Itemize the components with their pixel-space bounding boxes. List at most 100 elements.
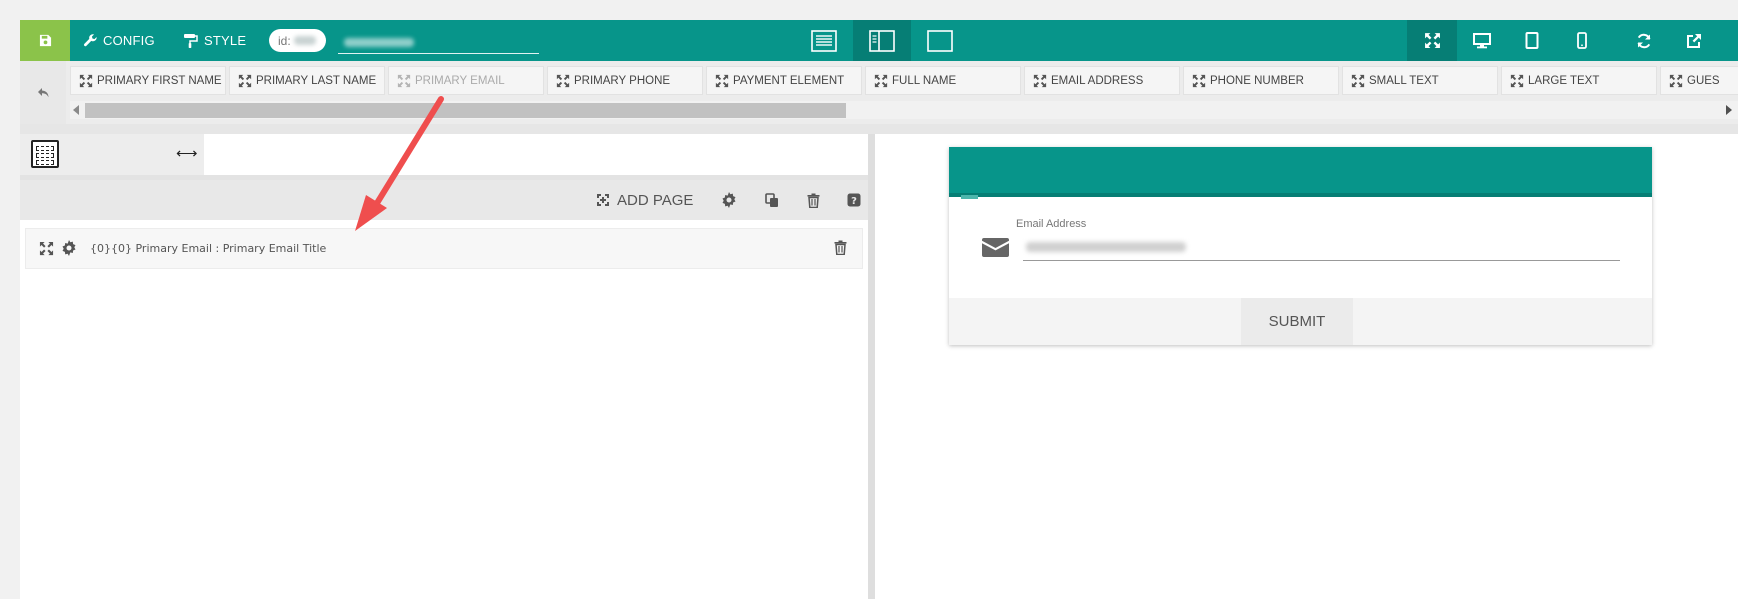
wrench-icon — [83, 34, 97, 47]
expand-arrows-icon — [1192, 74, 1206, 87]
floppy-icon — [39, 34, 51, 47]
add-page-icon — [597, 194, 609, 206]
undo-icon — [37, 87, 48, 97]
palette-item-phone-number[interactable]: PHONE NUMBER — [1183, 66, 1339, 95]
expand-arrows-icon — [1033, 74, 1047, 87]
scroll-right-arrow[interactable] — [1726, 105, 1732, 115]
element-palette: PRIMARY FIRST NAME PRIMARY LAST NAME PRI… — [20, 61, 1738, 124]
expand-arrows-icon — [556, 74, 570, 87]
add-page-label: ADD PAGE — [617, 191, 694, 209]
style-label: STYLE — [204, 33, 247, 48]
form-footer: SUBMIT — [949, 298, 1652, 345]
id-value-redacted — [293, 36, 316, 45]
scroll-left-arrow[interactable] — [73, 105, 79, 115]
expand-arrows-icon — [1510, 74, 1524, 87]
mobile-view-button[interactable] — [1557, 20, 1607, 61]
form-element-row[interactable]: {0}{0} Primary Email : Primary Email Tit… — [25, 228, 863, 269]
add-page-button[interactable]: ADD PAGE — [596, 180, 693, 220]
palette-item-label: LARGE TEXT — [1528, 74, 1600, 87]
palette-item-large-text[interactable]: LARGE TEXT — [1501, 66, 1657, 95]
view-split-button[interactable] — [853, 20, 911, 61]
element-title: {0}{0} Primary Email : Primary Email Tit… — [90, 242, 327, 255]
trash-icon — [807, 193, 819, 208]
palette-item-primary-last-name[interactable]: PRIMARY LAST NAME — [229, 66, 385, 95]
expand-arrows-icon — [715, 74, 729, 87]
duplicate-page-button[interactable] — [763, 191, 781, 209]
palette-item-label: PRIMARY PHONE — [574, 74, 671, 87]
help-icon: ? — [847, 193, 861, 207]
undo-button[interactable] — [20, 61, 66, 124]
email-value-redacted — [1026, 242, 1186, 252]
page-toolbar: ADD PAGE ? — [20, 180, 868, 220]
palette-item-label: PHONE NUMBER — [1210, 74, 1304, 87]
preview-layout-icon — [927, 29, 953, 52]
palette-item-email-address[interactable]: EMAIL ADDRESS — [1024, 66, 1180, 95]
palette-item-label: FULL NAME — [892, 74, 957, 87]
fullscreen-button[interactable] — [1407, 20, 1457, 61]
desktop-view-button[interactable] — [1457, 20, 1507, 61]
element-tools — [39, 240, 77, 256]
layout-grid-icon[interactable] — [31, 140, 59, 168]
expand-arrows-icon — [1669, 74, 1683, 87]
palette-item-label: SMALL TEXT — [1369, 74, 1439, 87]
panel-splitter[interactable] — [868, 134, 875, 599]
mobile-icon — [1577, 32, 1587, 49]
form-name-redacted — [344, 38, 414, 47]
config-label: CONFIG — [103, 33, 155, 48]
desktop-icon — [1473, 32, 1491, 48]
view-list-button[interactable] — [795, 20, 853, 61]
email-input[interactable] — [1023, 235, 1620, 261]
palette-item-full-name[interactable]: FULL NAME — [865, 66, 1021, 95]
submit-button[interactable]: SUBMIT — [1241, 298, 1353, 345]
open-external-button[interactable] — [1669, 20, 1719, 61]
style-button[interactable]: STYLE — [183, 20, 246, 61]
expand-arrows-icon — [238, 74, 252, 87]
expand-arrows-icon[interactable] — [39, 241, 54, 256]
palette-item-label: EMAIL ADDRESS — [1051, 74, 1144, 87]
refresh-button[interactable] — [1619, 20, 1669, 61]
palette-item-primary-email: PRIMARY EMAIL — [388, 66, 544, 95]
save-button[interactable] — [20, 20, 70, 61]
form-header — [949, 147, 1652, 199]
form-id-badge: id: — [269, 29, 326, 52]
palette-items: PRIMARY FIRST NAME PRIMARY LAST NAME PRI… — [70, 66, 1738, 95]
expand-arrows-icon — [874, 74, 888, 87]
expand-arrows-icon — [1424, 33, 1440, 48]
palette-item-label: PAYMENT ELEMENT — [733, 74, 845, 87]
palette-item-label: PRIMARY LAST NAME — [256, 74, 377, 87]
palette-item-label: PRIMARY EMAIL — [415, 74, 505, 87]
editor-panel: ⟷ ADD PAGE ? {0}{0} Primary Email: Prim… — [20, 134, 868, 599]
trash-icon — [834, 240, 847, 256]
external-link-icon — [1687, 33, 1701, 48]
expand-arrows-icon — [1351, 74, 1365, 87]
help-button[interactable]: ? — [845, 191, 863, 209]
palette-scrollbar[interactable] — [70, 101, 1738, 119]
form-header-tab — [961, 195, 978, 199]
delete-page-button[interactable] — [804, 191, 822, 209]
id-label: id: — [278, 33, 291, 48]
palette-item-primary-first-name[interactable]: PRIMARY FIRST NAME — [70, 66, 226, 95]
paint-roller-icon — [184, 33, 198, 48]
tablet-view-button[interactable] — [1507, 20, 1557, 61]
copy-icon — [764, 192, 778, 207]
resize-horizontal-icon[interactable]: ⟷ — [176, 144, 198, 162]
gear-icon[interactable] — [61, 240, 77, 256]
scrollbar-thumb[interactable] — [85, 103, 846, 118]
expand-arrows-icon — [397, 74, 411, 87]
expand-arrows-icon — [79, 74, 93, 87]
split-layout-icon — [869, 29, 895, 52]
svg-text:?: ? — [851, 196, 857, 207]
palette-item-payment-element[interactable]: PAYMENT ELEMENT — [706, 66, 862, 95]
palette-item-guest[interactable]: GUES — [1660, 66, 1738, 95]
palette-item-label: PRIMARY FIRST NAME — [97, 74, 222, 87]
config-button[interactable]: CONFIG — [83, 20, 155, 61]
form-name-input[interactable] — [338, 30, 539, 54]
view-preview-button[interactable] — [911, 20, 969, 61]
palette-item-small-text[interactable]: SMALL TEXT — [1342, 66, 1498, 95]
delete-element-button[interactable] — [834, 240, 847, 260]
palette-item-label: GUES — [1687, 74, 1720, 87]
palette-item-primary-phone[interactable]: PRIMARY PHONE — [547, 66, 703, 95]
top-toolbar: CONFIG STYLE id: — [20, 20, 1738, 61]
layout-tools: ⟷ — [20, 134, 204, 175]
page-settings-button[interactable] — [720, 191, 738, 209]
